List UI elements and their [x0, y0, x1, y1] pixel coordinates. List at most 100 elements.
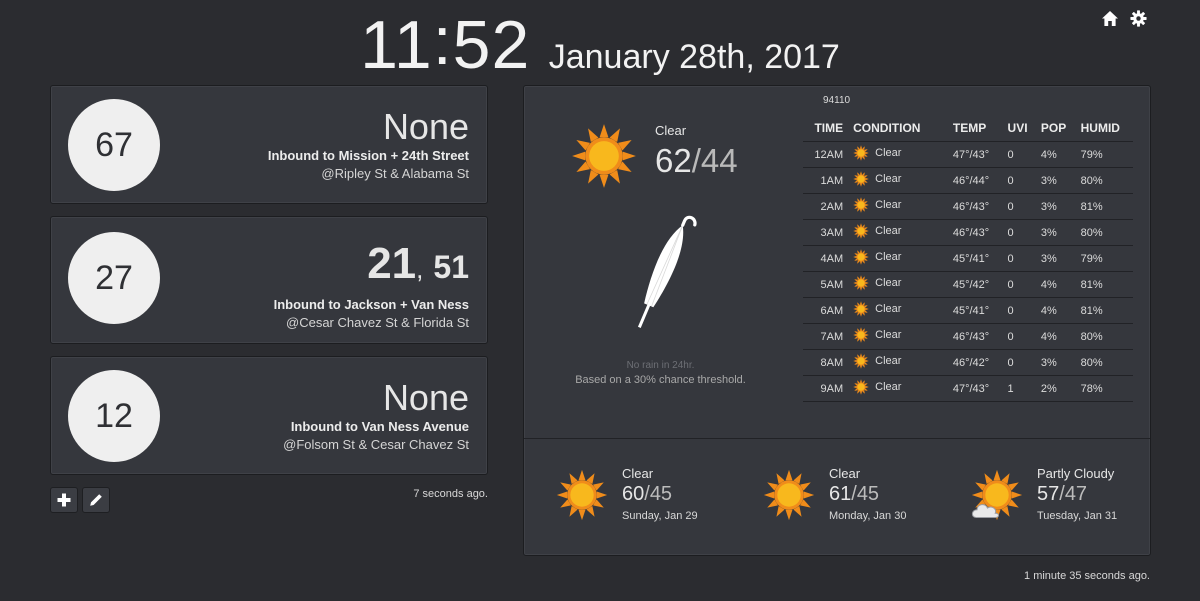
- rain-threshold: Based on a 30% chance threshold.: [575, 374, 746, 386]
- umbrella-icon: [620, 212, 704, 341]
- forecast-high: 60: [622, 483, 645, 505]
- sun-icon: [853, 145, 869, 161]
- hour-time: 8AM: [803, 349, 850, 376]
- add-stop-button[interactable]: [50, 487, 78, 513]
- hour-condition: Clear: [875, 329, 902, 341]
- hour-temp: 46°/43°: [938, 219, 1004, 246]
- hour-temp: 46°/42°: [938, 349, 1004, 376]
- hour-condition-cell: Clear: [849, 141, 939, 168]
- hour-uvi: 0: [1003, 219, 1037, 246]
- hour-humid: 80%: [1076, 323, 1133, 350]
- current-temp: 62/44: [655, 142, 738, 180]
- hour-temp: 45°/42°: [938, 271, 1004, 298]
- zip-code: 94110: [823, 95, 851, 106]
- home-icon[interactable]: [1100, 8, 1120, 28]
- line-badge: 67: [68, 99, 160, 191]
- transit-updated: 7 seconds ago.: [413, 488, 488, 500]
- hour-condition: Clear: [875, 251, 902, 263]
- stop-card[interactable]: 27 21, 51 Inbound to Jackson + Van Ness …: [50, 216, 488, 344]
- hour-pop: 4%: [1036, 323, 1077, 350]
- forecast-high: 57: [1037, 483, 1060, 505]
- prediction: None: [382, 377, 469, 418]
- hour-temp: 46°/44°: [938, 167, 1004, 194]
- hour-humid: 80%: [1076, 219, 1133, 246]
- hour-time: 6AM: [803, 297, 850, 324]
- hourly-row: 1AM Clear 46°/44° 0 3% 80%: [803, 167, 1133, 194]
- hour-condition-cell: Clear: [849, 167, 939, 194]
- hour-condition: Clear: [875, 277, 902, 289]
- header-clock: 11:52 January 28th, 2017: [0, 3, 1200, 84]
- forecast-low: 45: [856, 483, 880, 505]
- forecast-date: Sunday, Jan 29: [622, 510, 698, 522]
- hourly-row: 8AM Clear 46°/42° 0 3% 80%: [803, 349, 1133, 376]
- hour-pop: 3%: [1036, 167, 1077, 194]
- top-nav: [1100, 8, 1148, 28]
- col-time: TIME: [803, 116, 850, 142]
- forecast-date: Tuesday, Jan 31: [1037, 510, 1118, 522]
- stop-card[interactable]: 67 None Inbound to Mission + 24th Street…: [50, 85, 488, 204]
- hour-time: 2AM: [803, 193, 850, 220]
- hour-condition-cell: Clear: [849, 271, 939, 298]
- hour-condition-cell: Clear: [849, 323, 939, 350]
- prediction: 21, 51: [367, 239, 469, 289]
- hour-humid: 78%: [1076, 375, 1133, 402]
- hour-pop: 4%: [1036, 271, 1077, 298]
- edit-stops-button[interactable]: [82, 487, 110, 513]
- route-name: Inbound to Mission + 24th Street: [267, 148, 469, 163]
- hour-uvi: 0: [1003, 323, 1037, 350]
- panel-divider: [524, 438, 1150, 439]
- forecast-high: 61: [829, 483, 852, 505]
- current-high: 62: [655, 142, 692, 179]
- hour-humid: 80%: [1076, 167, 1133, 194]
- hour-pop: 2%: [1036, 375, 1077, 402]
- hour-condition: Clear: [875, 147, 902, 159]
- clock-hour: 11: [360, 7, 433, 83]
- route-name: Inbound to Van Ness Avenue: [290, 419, 469, 434]
- gear-icon[interactable]: [1128, 8, 1148, 28]
- forecast-temp: 57/47: [1037, 483, 1087, 506]
- hourly-row: 5AM Clear 45°/42° 0 4% 81%: [803, 271, 1133, 298]
- sun-icon: [763, 469, 815, 526]
- pencil-icon: [90, 494, 102, 506]
- temp-separator: /: [691, 142, 701, 179]
- stop-card[interactable]: 12 None Inbound to Van Ness Avenue @Fols…: [50, 356, 488, 475]
- stop-location: @Ripley St & Alabama St: [321, 166, 469, 181]
- hour-uvi: 0: [1003, 349, 1037, 376]
- hour-uvi: 1: [1003, 375, 1037, 402]
- forecast-temp: 61/45: [829, 483, 879, 506]
- hour-humid: 79%: [1076, 245, 1133, 272]
- sun-icon: [571, 123, 637, 194]
- hour-uvi: 0: [1003, 297, 1037, 324]
- col-condition: CONDITION: [849, 116, 939, 142]
- hour-humid: 81%: [1076, 297, 1133, 324]
- prediction-following: 51: [433, 249, 469, 285]
- forecast-condition: Partly Cloudy: [1037, 466, 1115, 481]
- sun-icon: [853, 223, 869, 239]
- hourly-table: TIME CONDITION TEMP UVI POP HUMID 12AM Cl…: [803, 116, 1133, 402]
- hour-humid: 80%: [1076, 349, 1133, 376]
- prediction-next: 21: [367, 239, 417, 288]
- stop-location: @Folsom St & Cesar Chavez St: [283, 437, 469, 452]
- hour-temp: 47°/43°: [938, 375, 1004, 402]
- hourly-row: 4AM Clear 45°/41° 0 3% 79%: [803, 245, 1133, 272]
- hour-condition: Clear: [875, 173, 902, 185]
- forecast-date: Monday, Jan 30: [829, 510, 907, 522]
- col-humid: HUMID: [1076, 116, 1133, 142]
- line-badge: 27: [68, 232, 160, 324]
- hour-time: 4AM: [803, 245, 850, 272]
- hour-humid: 81%: [1076, 193, 1133, 220]
- hourly-row: 6AM Clear 45°/41° 0 4% 81%: [803, 297, 1133, 324]
- hour-condition: Clear: [875, 199, 902, 211]
- hour-condition: Clear: [875, 225, 902, 237]
- sun-icon: [853, 379, 869, 395]
- plus-icon: [57, 493, 71, 507]
- forecast-temp: 60/45: [622, 483, 672, 506]
- hour-pop: 4%: [1036, 297, 1077, 324]
- col-pop: POP: [1036, 116, 1077, 142]
- hourly-row: 3AM Clear 46°/43° 0 3% 80%: [803, 219, 1133, 246]
- hour-condition: Clear: [875, 355, 902, 367]
- hourly-row: 7AM Clear 46°/43° 0 4% 80%: [803, 323, 1133, 350]
- hour-uvi: 0: [1003, 193, 1037, 220]
- forecast-low: 47: [1064, 483, 1088, 505]
- sun-icon: [853, 249, 869, 265]
